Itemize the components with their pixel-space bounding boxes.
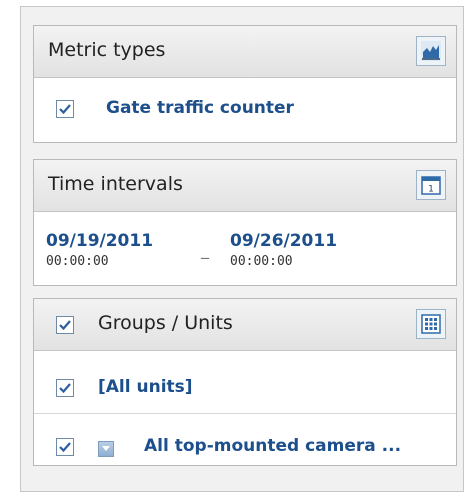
- start-time[interactable]: 00:00:00: [46, 254, 109, 269]
- groups-units-title: Groups / Units: [98, 312, 233, 334]
- end-date[interactable]: 09/26/2011: [230, 231, 337, 251]
- gate-traffic-counter-label[interactable]: Gate traffic counter: [106, 98, 294, 118]
- group-checkbox[interactable]: [56, 438, 74, 456]
- time-intervals-panel: Time intervals 1 09/19/2011 00:00:00 _ 0…: [33, 159, 457, 286]
- metric-types-panel: Metric types Gate traffic counter: [33, 25, 457, 143]
- chart-icon[interactable]: [416, 36, 446, 66]
- chevron-down-icon[interactable]: [98, 441, 114, 457]
- groups-units-panel: Groups / Units [All units] All top-mount…: [33, 298, 457, 466]
- date-range-separator: _: [201, 240, 209, 259]
- time-intervals-header[interactable]: Time intervals 1: [34, 160, 456, 212]
- group-label[interactable]: All top-mounted camera ...: [144, 436, 401, 456]
- all-units-label[interactable]: [All units]: [98, 377, 193, 397]
- metric-types-title: Metric types: [48, 39, 166, 61]
- metric-types-header[interactable]: Metric types: [34, 26, 456, 78]
- svg-text:1: 1: [428, 185, 434, 195]
- groups-units-header[interactable]: Groups / Units: [34, 299, 456, 351]
- all-units-checkbox[interactable]: [56, 379, 74, 397]
- end-time[interactable]: 00:00:00: [230, 254, 293, 269]
- gate-traffic-counter-checkbox[interactable]: [56, 100, 74, 118]
- row-divider: [34, 413, 456, 414]
- calendar-icon[interactable]: 1: [416, 170, 446, 200]
- grid-icon[interactable]: [416, 309, 446, 339]
- start-date[interactable]: 09/19/2011: [46, 231, 153, 251]
- time-intervals-title: Time intervals: [48, 173, 183, 195]
- filter-sidebar: Metric types Gate traffic counter Time i…: [20, 6, 464, 492]
- groups-units-header-checkbox[interactable]: [56, 316, 74, 334]
